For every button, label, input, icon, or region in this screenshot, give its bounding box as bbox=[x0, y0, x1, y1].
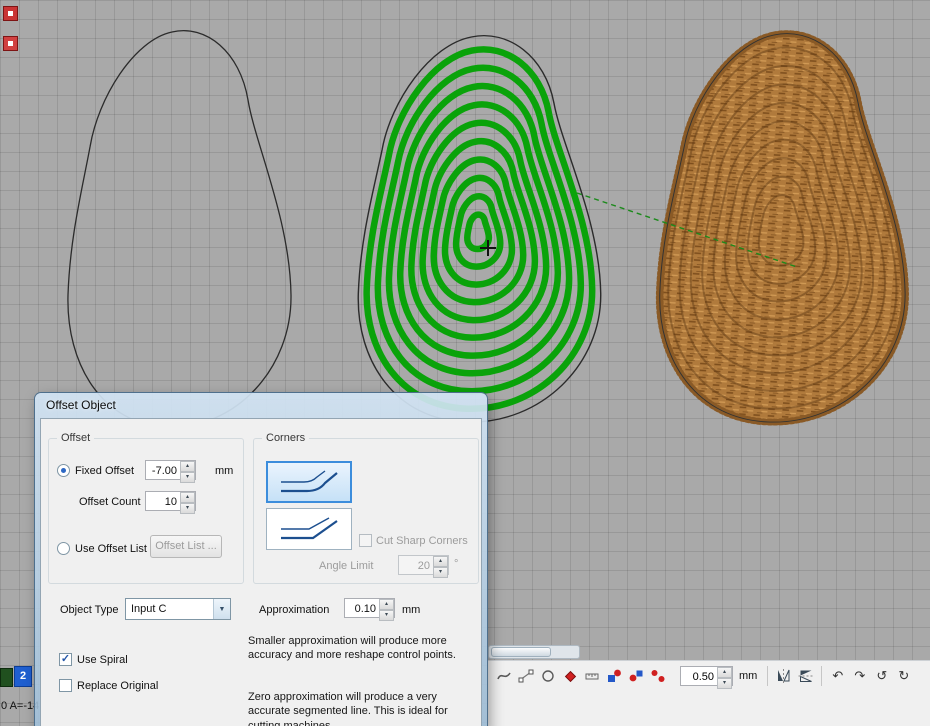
spin-down-icon[interactable]: ▾ bbox=[180, 472, 195, 483]
corners-group: Corners ✓ Cut Sharp Corners bbox=[253, 438, 479, 584]
object-type-dropdown[interactable]: Input C ▼ bbox=[125, 598, 231, 620]
reshape-tool-icon[interactable] bbox=[494, 667, 513, 686]
crosshair-cursor bbox=[480, 240, 496, 256]
replace-original-label: Replace Original bbox=[77, 680, 158, 692]
measure-tool-icon[interactable] bbox=[582, 667, 601, 686]
snap-to-grid-icon[interactable] bbox=[604, 667, 623, 686]
corners-group-label: Corners bbox=[262, 432, 309, 444]
design-canvas[interactable]: 0.50 ▴ ▾ mm ↶ ↷ ↺ ↻ 2 0 A=-14 Offset Obj… bbox=[0, 0, 930, 726]
object-type-label: Object Type bbox=[60, 604, 119, 616]
bottom-toolbar: 0.50 ▴ ▾ mm ↶ ↷ ↺ ↻ bbox=[488, 660, 930, 726]
toolbox-icon-2-glyph bbox=[8, 41, 13, 46]
offset-spiral-object[interactable] bbox=[358, 36, 601, 422]
angle-limit-unit: ° bbox=[454, 558, 458, 570]
offset-count-label: Offset Count bbox=[79, 496, 141, 508]
offset-count-value[interactable]: 10 bbox=[146, 492, 180, 510]
source-outline-shape[interactable] bbox=[68, 31, 291, 427]
offset-object-dialog: Offset Object Offset Fixed Offset -7.00 … bbox=[35, 393, 487, 726]
spin-up-icon[interactable]: ▴ bbox=[433, 556, 448, 567]
rotate-cw-icon[interactable]: ↻ bbox=[894, 667, 913, 686]
status-fragment: 0 A=-14 bbox=[1, 700, 39, 712]
approximation-unit: mm bbox=[402, 604, 420, 616]
toolbox-icon-1[interactable] bbox=[3, 6, 18, 21]
check-icon: ✓ bbox=[61, 653, 70, 665]
horizontal-scrollbar[interactable] bbox=[488, 645, 580, 659]
angle-limit-spin-buttons: ▴ ▾ bbox=[433, 556, 448, 574]
rotate-ccw-icon[interactable]: ↺ bbox=[872, 667, 891, 686]
mirror-vertical-icon[interactable] bbox=[774, 667, 793, 686]
approximation-label: Approximation bbox=[259, 604, 329, 616]
spin-down-icon[interactable]: ▾ bbox=[433, 567, 448, 578]
toolbar-separator bbox=[767, 666, 768, 686]
dialog-body: Offset Fixed Offset -7.00 ▴ ▾ mm Offset … bbox=[40, 418, 482, 726]
round-corners-button[interactable] bbox=[266, 461, 352, 503]
scrollbar-thumb[interactable] bbox=[491, 647, 551, 657]
angle-limit-spinner: 20 ▴ ▾ bbox=[398, 555, 449, 575]
use-spiral-label: Use Spiral bbox=[77, 654, 128, 666]
toolbar-separator bbox=[821, 666, 822, 686]
use-offset-list-label: Use Offset List bbox=[75, 543, 147, 555]
stitched-object[interactable] bbox=[660, 34, 905, 422]
snap-to-point-icon[interactable] bbox=[626, 667, 645, 686]
palette-color-chip-selected[interactable]: 2 bbox=[14, 666, 32, 687]
spin-up-icon[interactable]: ▴ bbox=[379, 599, 394, 610]
spin-up-icon[interactable]: ▴ bbox=[180, 492, 195, 503]
stitch-width-value[interactable]: 0.50 bbox=[681, 667, 717, 685]
fixed-offset-radio[interactable] bbox=[57, 464, 70, 477]
fixed-offset-spinner: -7.00 ▴ ▾ bbox=[145, 460, 196, 480]
snap-to-angle-icon[interactable] bbox=[648, 667, 667, 686]
stitch-width-spin-buttons: ▴ ▾ bbox=[717, 667, 732, 685]
toolbox-icon-2[interactable] bbox=[3, 36, 18, 51]
mirror-horizontal-icon[interactable] bbox=[796, 667, 815, 686]
approximation-spin-buttons: ▴ ▾ bbox=[379, 599, 394, 617]
stitch-width-unit: mm bbox=[739, 670, 757, 682]
palette-color-chip[interactable] bbox=[0, 668, 13, 687]
spin-down-icon[interactable]: ▾ bbox=[379, 610, 394, 621]
fixed-offset-unit: mm bbox=[215, 465, 233, 477]
spin-down-icon[interactable]: ▾ bbox=[180, 503, 195, 514]
round-corners-icon bbox=[277, 468, 341, 496]
stitch-width-spinner: 0.50 ▴ ▾ bbox=[680, 666, 733, 686]
approximation-note-1: Smaller approximation will produce more … bbox=[248, 634, 468, 663]
offset-group: Offset Fixed Offset -7.00 ▴ ▾ mm Offset … bbox=[48, 438, 244, 584]
radio-dot-icon bbox=[61, 468, 66, 473]
toolbox-icon-1-glyph bbox=[8, 11, 13, 16]
spin-down-icon[interactable]: ▾ bbox=[717, 678, 732, 689]
sharp-corners-icon bbox=[277, 515, 341, 543]
offset-count-spinner: 10 ▴ ▾ bbox=[145, 491, 196, 511]
dropdown-arrow-icon[interactable]: ▼ bbox=[213, 599, 230, 619]
spin-up-icon[interactable]: ▴ bbox=[180, 461, 195, 472]
fixed-offset-label: Fixed Offset bbox=[75, 465, 134, 477]
cut-sharp-corners-label: Cut Sharp Corners bbox=[376, 535, 468, 547]
dialog-title-bar[interactable]: Offset Object bbox=[40, 393, 482, 418]
diamond-marker-icon[interactable] bbox=[560, 667, 579, 686]
replace-original-checkbox[interactable]: ✓ bbox=[59, 679, 72, 692]
rotate-left-icon[interactable]: ↶ bbox=[828, 667, 847, 686]
use-spiral-checkbox[interactable]: ✓ bbox=[59, 653, 72, 666]
spin-up-icon[interactable]: ▴ bbox=[717, 667, 732, 678]
approximation-spinner: 0.10 ▴ ▾ bbox=[344, 598, 395, 618]
fixed-offset-value[interactable]: -7.00 bbox=[146, 461, 180, 479]
offset-group-label: Offset bbox=[57, 432, 94, 444]
cut-sharp-corners-checkbox[interactable]: ✓ bbox=[359, 534, 372, 547]
fixed-offset-spin-buttons: ▴ ▾ bbox=[180, 461, 195, 479]
shape-tool-icon[interactable] bbox=[538, 667, 557, 686]
approximation-note-2: Zero approximation will produce a very a… bbox=[248, 690, 468, 726]
angle-limit-value[interactable]: 20 bbox=[399, 556, 433, 574]
use-offset-list-radio[interactable] bbox=[57, 542, 70, 555]
approximation-value[interactable]: 0.10 bbox=[345, 599, 379, 617]
offset-list-button[interactable]: Offset List ... bbox=[150, 535, 222, 558]
sharp-corners-button[interactable] bbox=[266, 508, 352, 550]
rotate-right-icon[interactable]: ↷ bbox=[850, 667, 869, 686]
object-type-value: Input C bbox=[126, 603, 213, 615]
angle-limit-label: Angle Limit bbox=[319, 560, 373, 572]
node-tool-icon[interactable] bbox=[516, 667, 535, 686]
offset-count-spin-buttons: ▴ ▾ bbox=[180, 492, 195, 510]
